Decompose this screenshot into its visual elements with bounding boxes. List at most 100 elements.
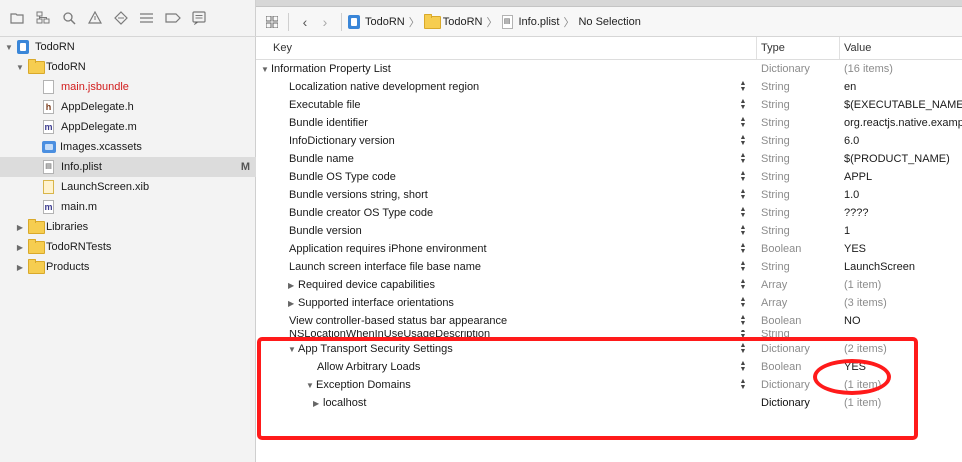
plist-value-cell[interactable]: NO xyxy=(839,315,962,327)
plist-key-cell[interactable]: Bundle creator OS Type code xyxy=(256,207,730,219)
type-stepper-icon[interactable]: ▲ ▼ xyxy=(730,330,756,340)
plist-value-cell[interactable]: (1 item) xyxy=(839,279,962,291)
plist-row[interactable]: ▶ Required device capabilities ▲ ▼ Array (1 i… xyxy=(256,276,962,294)
plist-type-cell[interactable]: String xyxy=(756,153,839,165)
type-stepper-icon[interactable]: ▲ ▼ xyxy=(730,98,756,111)
plist-row[interactable]: Bundle version ▲ ▼ String 1 xyxy=(256,222,962,240)
plist-value-cell[interactable]: $(EXECUTABLE_NAME) xyxy=(839,99,962,111)
plist-key-cell[interactable]: ▼ Information Property List xyxy=(256,63,730,75)
plist-row[interactable]: View controller-based status bar appeara… xyxy=(256,312,962,330)
plist-row[interactable]: ▼ Exception Domains ▲ ▼ Dictionary (1 item) xyxy=(256,376,962,394)
plist-value-cell[interactable]: APPL xyxy=(839,171,962,183)
tree-item-file[interactable]: Images.xcassets xyxy=(0,137,256,157)
type-stepper-icon[interactable]: ▲ ▼ xyxy=(730,260,756,273)
plist-type-cell[interactable]: Boolean xyxy=(756,361,839,373)
type-stepper-icon[interactable]: ▲ ▼ xyxy=(730,170,756,183)
plist-key-cell[interactable]: ▶ localhost xyxy=(256,397,730,409)
plist-value-cell[interactable]: 1.0 xyxy=(839,189,962,201)
type-stepper-icon[interactable]: ▲ ▼ xyxy=(730,242,756,255)
tree-item-file[interactable]: main.jsbundle xyxy=(0,77,256,97)
disclosure-open-icon[interactable]: ▼ xyxy=(4,42,14,52)
plist-row[interactable]: ▶ localhost Dictionary (1 item) xyxy=(256,394,962,412)
search-icon[interactable] xyxy=(59,8,79,28)
plist-key-cell[interactable]: Bundle OS Type code xyxy=(256,171,730,183)
plist-key-cell[interactable]: Bundle name xyxy=(256,153,730,165)
plist-value-cell[interactable]: LaunchScreen xyxy=(839,261,962,273)
type-stepper-icon[interactable]: ▲ ▼ xyxy=(730,314,756,327)
breadcrumb-item[interactable]: TodoRN xyxy=(443,16,483,28)
plist-value-cell[interactable]: (2 items) xyxy=(839,343,962,355)
back-chevron-icon[interactable]: ‹ xyxy=(295,12,315,32)
plist-row[interactable]: Bundle versions string, short ▲ ▼ String 1.0 xyxy=(256,186,962,204)
test-icon[interactable] xyxy=(111,8,131,28)
plist-type-cell[interactable]: String xyxy=(756,99,839,111)
plist-row[interactable]: Executable file ▲ ▼ String $(EXECUTABLE_NAME… xyxy=(256,96,962,114)
related-items-grid-icon[interactable] xyxy=(262,12,282,32)
tree-item-folder[interactable]: ▶ TodoRNTests xyxy=(0,237,256,257)
plist-key-cell[interactable]: ▼ App Transport Security Settings xyxy=(256,343,730,355)
disclosure-open-icon[interactable]: ▼ xyxy=(261,65,271,74)
plist-key-cell[interactable]: Localization native development region xyxy=(256,81,730,93)
plist-value-cell[interactable]: 6.0 xyxy=(839,135,962,147)
plist-row[interactable]: NSLocationWhenInUseUsageDescription ▲ ▼ Str… xyxy=(256,330,962,340)
plist-type-cell[interactable]: String xyxy=(756,225,839,237)
disclosure-closed-icon[interactable]: ▶ xyxy=(288,299,298,308)
disclosure-open-icon[interactable]: ▼ xyxy=(288,345,298,354)
tree-item-folder[interactable]: ▶ Libraries xyxy=(0,217,256,237)
disclosure-open-icon[interactable]: ▼ xyxy=(306,381,316,390)
tree-item-file[interactable]: h AppDelegate.h xyxy=(0,97,256,117)
warning-icon[interactable] xyxy=(85,8,105,28)
plist-value-cell[interactable]: (1 item) xyxy=(839,397,962,409)
forward-chevron-icon[interactable]: › xyxy=(315,12,335,32)
plist-key-cell[interactable]: Application requires iPhone environment xyxy=(256,243,730,255)
plist-value-cell[interactable]: 1 xyxy=(839,225,962,237)
plist-value-cell[interactable]: $(PRODUCT_NAME) xyxy=(839,153,962,165)
plist-type-cell[interactable]: String xyxy=(756,330,839,340)
plist-key-cell[interactable]: Bundle versions string, short xyxy=(256,189,730,201)
tree-item-file[interactable]: m AppDelegate.m xyxy=(0,117,256,137)
plist-key-cell[interactable]: ▶ Required device capabilities xyxy=(256,279,730,291)
type-stepper-icon[interactable]: ▲ ▼ xyxy=(730,360,756,373)
column-header-value[interactable]: Value xyxy=(839,37,962,59)
type-stepper-icon[interactable]: ▲ ▼ xyxy=(730,134,756,147)
plist-key-cell[interactable]: Bundle version xyxy=(256,225,730,237)
plist-row[interactable]: ▼ App Transport Security Settings ▲ ▼ Dictio… xyxy=(256,340,962,358)
report-icon[interactable] xyxy=(189,8,209,28)
plist-type-cell[interactable]: String xyxy=(756,171,839,183)
plist-row[interactable]: Allow Arbitrary Loads ▲ ▼ Boolean YES xyxy=(256,358,962,376)
plist-row[interactable]: ▶ Supported interface orientations ▲ ▼ Array… xyxy=(256,294,962,312)
plist-key-cell[interactable]: InfoDictionary version xyxy=(256,135,730,147)
type-stepper-icon[interactable]: ▲ ▼ xyxy=(730,342,756,355)
disclosure-closed-icon[interactable]: ▶ xyxy=(15,262,25,272)
plist-type-cell[interactable]: Dictionary xyxy=(756,397,839,409)
plist-row[interactable]: Bundle identifier ▲ ▼ String org.reactjs.nat… xyxy=(256,114,962,132)
type-stepper-icon[interactable]: ▲ ▼ xyxy=(730,278,756,291)
tree-item-file[interactable]: m main.m xyxy=(0,197,256,217)
plist-type-cell[interactable]: Boolean xyxy=(756,243,839,255)
plist-type-cell[interactable]: String xyxy=(756,189,839,201)
plist-type-cell[interactable]: String xyxy=(756,81,839,93)
plist-type-cell[interactable]: Dictionary xyxy=(756,343,839,355)
plist-value-cell[interactable]: YES xyxy=(839,243,962,255)
plist-value-cell[interactable]: (3 items) xyxy=(839,297,962,309)
type-stepper-icon[interactable]: ▲ ▼ xyxy=(730,206,756,219)
breadcrumb-item[interactable]: No Selection xyxy=(578,16,640,28)
tree-item-file-selected[interactable]: ▤ Info.plist M xyxy=(0,157,256,177)
tree-item-folder[interactable]: ▼ TodoRN xyxy=(0,57,256,77)
breakpoint-icon[interactable] xyxy=(163,8,183,28)
plist-type-cell[interactable]: Boolean xyxy=(756,315,839,327)
plist-row[interactable]: Bundle OS Type code ▲ ▼ String APPL xyxy=(256,168,962,186)
disclosure-open-icon[interactable]: ▼ xyxy=(15,62,25,72)
column-header-type[interactable]: Type xyxy=(756,37,839,59)
disclosure-closed-icon[interactable]: ▶ xyxy=(313,399,323,408)
type-stepper-icon[interactable]: ▲ ▼ xyxy=(730,188,756,201)
plist-row[interactable]: Launch screen interface file base name ▲ ▼… xyxy=(256,258,962,276)
plist-key-cell[interactable]: View controller-based status bar appeara… xyxy=(256,315,730,327)
type-stepper-icon[interactable]: ▲ ▼ xyxy=(730,152,756,165)
plist-row[interactable]: InfoDictionary version ▲ ▼ String 6.0 xyxy=(256,132,962,150)
breadcrumb-item[interactable]: Info.plist xyxy=(519,16,560,28)
plist-key-cell[interactable]: Launch screen interface file base name xyxy=(256,261,730,273)
type-stepper-icon[interactable]: ▲ ▼ xyxy=(730,378,756,391)
plist-type-cell[interactable]: String xyxy=(756,135,839,147)
plist-key-cell[interactable]: Allow Arbitrary Loads xyxy=(256,361,730,373)
